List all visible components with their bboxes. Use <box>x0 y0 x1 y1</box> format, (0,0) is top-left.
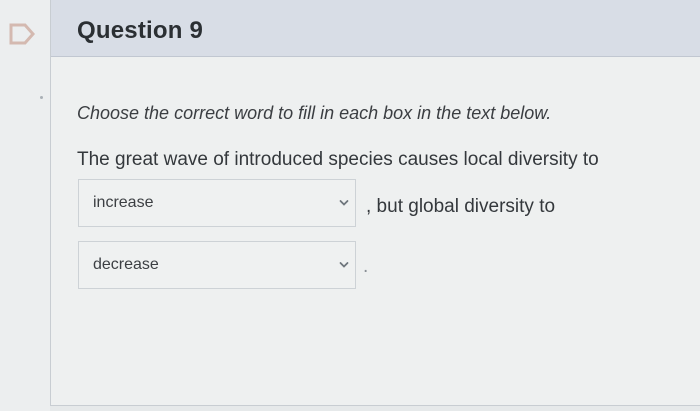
question-header: Question 9 <box>51 0 700 57</box>
chevron-down-icon <box>339 262 349 268</box>
chevron-down-icon <box>339 200 349 206</box>
flag-icon[interactable] <box>8 22 36 46</box>
sentence-mid-text: , but global diversity to <box>366 196 556 217</box>
sentence-end-period: . <box>363 256 369 277</box>
question-card: Question 9 Choose the correct word to fi… <box>50 0 700 406</box>
sentence-start-text: The great wave of introduced species cau… <box>77 149 599 170</box>
answer-dropdown-2[interactable]: decrease <box>78 241 356 289</box>
dropdown-1-selected-value: increase <box>93 194 154 211</box>
answer-dropdown-1[interactable]: increase <box>78 179 356 227</box>
dropdown-2-selected-value: decrease <box>93 256 159 273</box>
question-instructions: Choose the correct word to fill in each … <box>77 103 552 123</box>
question-title: Question 9 <box>77 17 204 44</box>
left-rail <box>0 0 50 411</box>
rail-dot <box>40 96 43 99</box>
